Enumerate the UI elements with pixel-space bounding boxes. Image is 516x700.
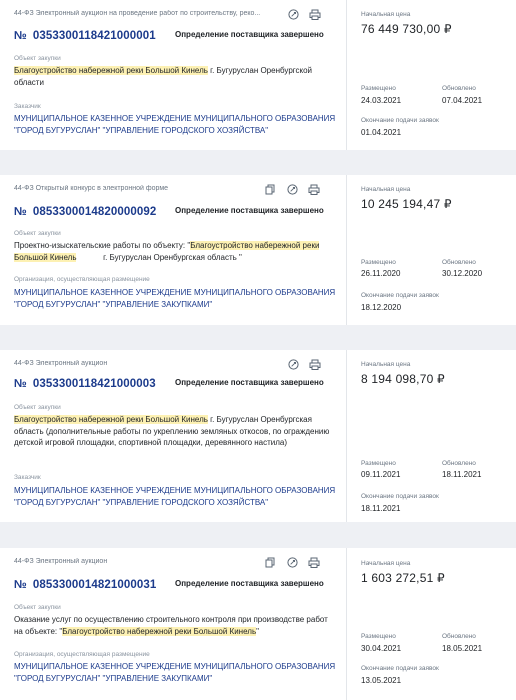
object-label: Объект закупки (14, 404, 61, 411)
object-text-post: г. Бугуруслан Оренбургская область " (76, 252, 242, 262)
posted-label: Размещено (361, 460, 396, 467)
object-highlight: Благоустройство набережной реки Большой … (14, 415, 208, 424)
object-text: Благоустройство набережной реки Большой … (14, 65, 336, 88)
object-label: Объект закупки (14, 604, 61, 611)
card-actions (264, 183, 320, 195)
status-text: Определение поставщика завершено (175, 579, 324, 588)
posted-label: Размещено (361, 259, 396, 266)
copy-icon[interactable] (264, 556, 276, 568)
law-type: 44-ФЗ Электронный аукцион на проведение … (14, 10, 261, 17)
object-text-post: " (256, 626, 259, 636)
customer-label: Заказчик (14, 103, 41, 110)
deadline-label: Окончание подачи заявок (361, 117, 439, 124)
deadline-label: Окончание подачи заявок (361, 665, 439, 672)
status-text: Определение поставщика завершено (175, 206, 324, 215)
updated-label: Обновлено (442, 85, 476, 92)
sign-icon[interactable] (287, 8, 299, 20)
card-actions (287, 8, 321, 20)
initial-price-label: Начальная цена (361, 361, 411, 368)
object-highlight: Благоустройство набережной реки Большой … (14, 66, 208, 75)
purchase-card: 44-ФЗ Электронный аукцион № 0853300014821… (0, 548, 516, 700)
posted-date: 30.04.2021 (361, 644, 402, 653)
customer-label: Заказчик (14, 474, 41, 481)
print-icon[interactable] (308, 183, 320, 195)
posted-date: 09.11.2021 (361, 470, 401, 479)
deadline-label: Окончание подачи заявок (361, 292, 439, 299)
law-type: 44-ФЗ Электронный аукцион (14, 360, 108, 367)
organization-link[interactable]: МУНИЦИПАЛЬНОЕ КАЗЕННОЕ УЧРЕЖДЕНИЕ МУНИЦИ… (14, 113, 344, 136)
posted-date: 26.11.2020 (361, 269, 401, 278)
initial-price-label: Начальная цена (361, 560, 411, 567)
sign-icon[interactable] (287, 358, 299, 370)
copy-icon[interactable] (264, 183, 276, 195)
object-text: Благоустройство набережной реки Большой … (14, 414, 336, 449)
posted-label: Размещено (361, 633, 396, 640)
print-icon[interactable] (309, 358, 321, 370)
registry-number-link[interactable]: № 0353300118421000001 (14, 30, 156, 42)
status-text: Определение поставщика завершено (175, 30, 324, 39)
card-actions (287, 358, 321, 370)
sign-icon[interactable] (286, 183, 298, 195)
registry-number: 0353300118421000003 (32, 378, 156, 390)
registry-number: 0853300014820000092 (32, 206, 157, 218)
number-sign: № (14, 30, 27, 42)
updated-date: 18.05.2021 (442, 644, 483, 653)
deadline-date: 13.05.2021 (361, 676, 402, 685)
deadline-date: 18.12.2020 (361, 303, 402, 312)
law-type: 44-ФЗ Электронный аукцион (14, 558, 108, 565)
organization-link[interactable]: МУНИЦИПАЛЬНОЕ КАЗЕННОЕ УЧРЕЖДЕНИЕ МУНИЦИ… (14, 661, 344, 684)
object-text: Оказание услуг по осуществлению строител… (14, 614, 336, 637)
updated-date: 18.11.2021 (442, 470, 482, 479)
organizer-label: Организация, осуществляющая размещение (14, 276, 150, 283)
registry-number-link[interactable]: № 0853300014821000031 (14, 579, 156, 591)
updated-label: Обновлено (442, 460, 476, 467)
initial-price-label: Начальная цена (361, 186, 411, 193)
organization-link[interactable]: МУНИЦИПАЛЬНОЕ КАЗЕННОЕ УЧРЕЖДЕНИЕ МУНИЦИ… (14, 287, 344, 310)
purchase-card: 44-ФЗ Электронный аукцион № 0353300118421… (0, 350, 516, 522)
purchase-card: 44-ФЗ Электронный аукцион на проведение … (0, 0, 516, 150)
status-text: Определение поставщика завершено (175, 378, 324, 387)
updated-label: Обновлено (442, 633, 476, 640)
deadline-date: 01.04.2021 (361, 128, 402, 137)
organizer-label: Организация, осуществляющая размещение (14, 651, 150, 658)
registry-number: 0853300014821000031 (32, 579, 157, 591)
card-actions (264, 556, 320, 568)
sign-icon[interactable] (286, 556, 298, 568)
law-type: 44-ФЗ Открытый конкурс в электронной фор… (14, 185, 169, 192)
initial-price-label: Начальная цена (361, 11, 411, 18)
updated-date: 07.04.2021 (442, 96, 483, 105)
object-label: Объект закупки (14, 230, 61, 237)
object-label: Объект закупки (14, 55, 61, 62)
updated-date: 30.12.2020 (442, 269, 483, 278)
posted-label: Размещено (361, 85, 396, 92)
print-icon[interactable] (308, 556, 320, 568)
initial-price: 10 245 194,47 ₽ (361, 197, 452, 211)
initial-price: 76 449 730,00 ₽ (361, 22, 452, 36)
number-sign: № (14, 378, 27, 390)
number-sign: № (14, 206, 27, 218)
registry-number-link[interactable]: № 0853300014820000092 (14, 206, 156, 218)
deadline-date: 18.11.2021 (361, 504, 401, 513)
registry-number-link[interactable]: № 0353300118421000003 (14, 378, 156, 390)
updated-label: Обновлено (442, 259, 476, 266)
organization-link[interactable]: МУНИЦИПАЛЬНОЕ КАЗЕННОЕ УЧРЕЖДЕНИЕ МУНИЦИ… (14, 485, 344, 508)
object-highlight: Благоустройство набережной реки Большой … (62, 626, 257, 636)
number-sign: № (14, 579, 27, 591)
initial-price: 1 603 272,51 ₽ (361, 571, 445, 585)
posted-date: 24.03.2021 (361, 96, 402, 105)
registry-number: 0353300118421000001 (32, 30, 156, 42)
object-text-pre: Проектно-изыскательские работы по объект… (14, 241, 191, 250)
deadline-label: Окончание подачи заявок (361, 493, 439, 500)
print-icon[interactable] (309, 8, 321, 20)
purchase-card: 44-ФЗ Открытый конкурс в электронной фор… (0, 175, 516, 325)
object-text: Проектно-изыскательские работы по объект… (14, 240, 336, 263)
initial-price: 8 194 098,70 ₽ (361, 372, 445, 386)
